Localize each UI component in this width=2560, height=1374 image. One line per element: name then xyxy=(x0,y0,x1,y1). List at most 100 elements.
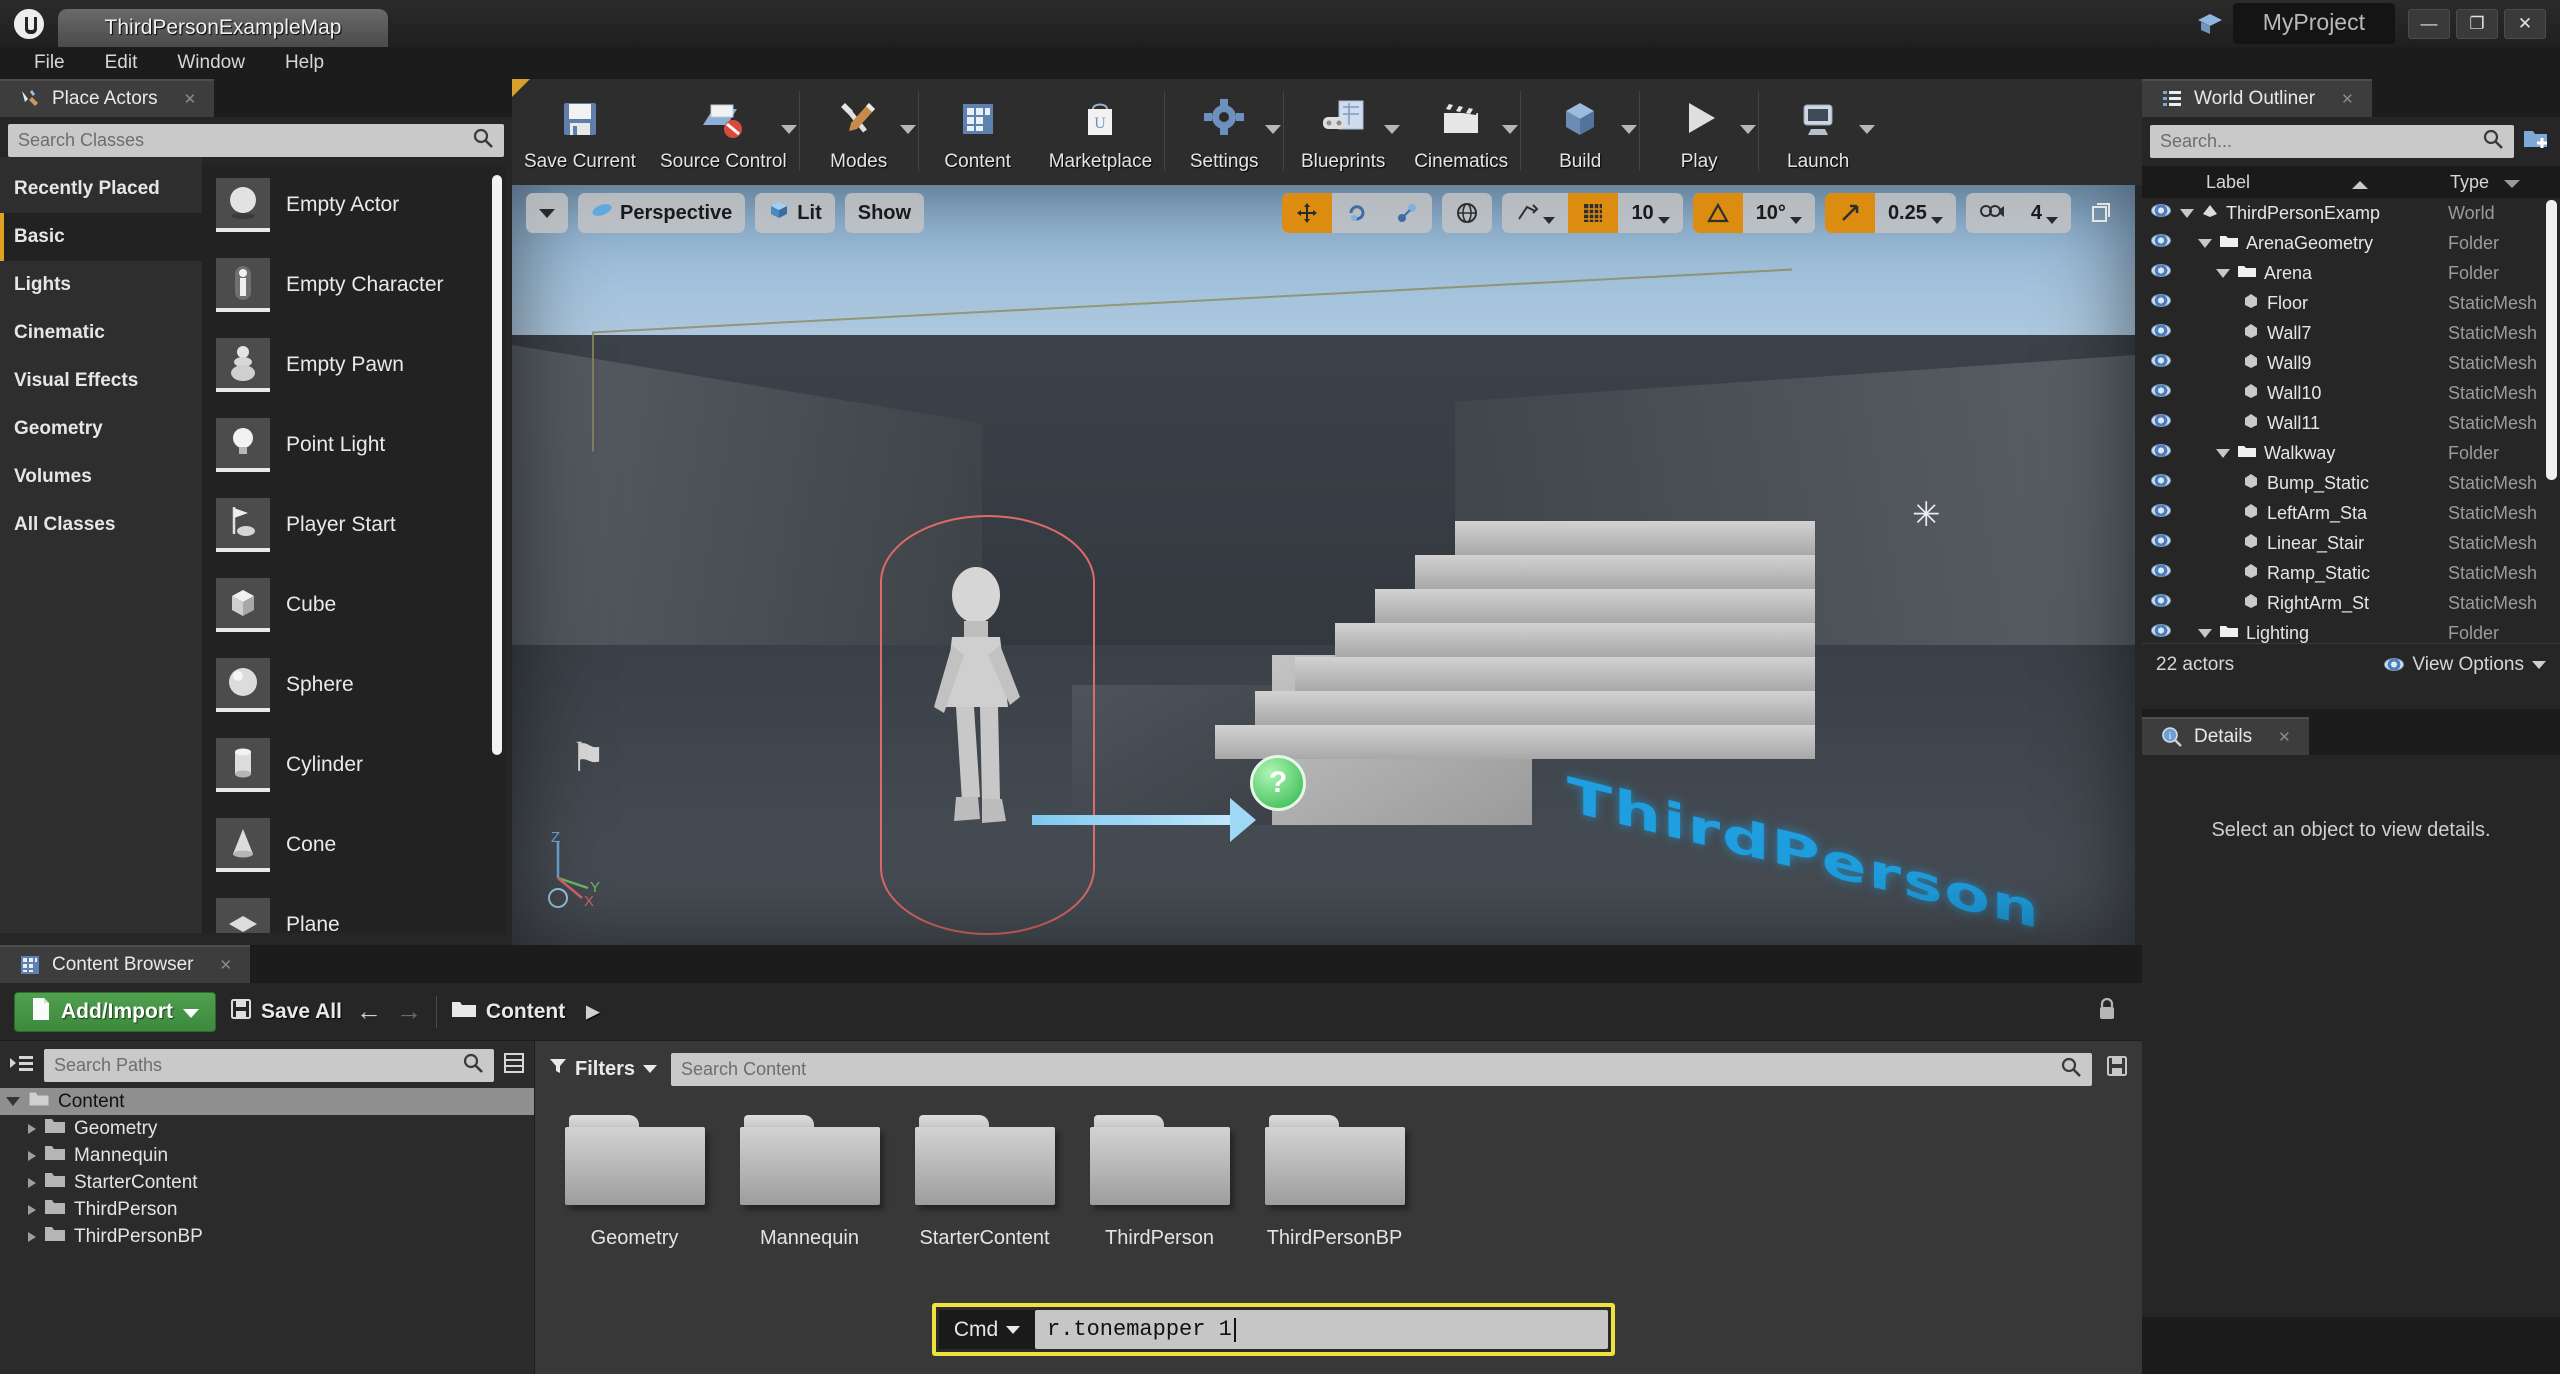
toolbar-source-control[interactable]: Source Control xyxy=(648,79,799,185)
tab-content-browser[interactable]: Content Browser ✕ xyxy=(0,945,250,983)
player-start-billboard-icon[interactable]: ⚑ xyxy=(570,735,606,781)
mannequin-actor[interactable] xyxy=(912,565,1042,895)
visibility-eye-icon[interactable] xyxy=(2142,264,2180,282)
expander-icon[interactable] xyxy=(2180,209,2194,218)
outliner-search-input[interactable]: Search... xyxy=(2150,125,2514,158)
back-navigation-button[interactable]: ← xyxy=(356,996,382,1027)
view-mode-group[interactable]: Perspective xyxy=(578,193,745,233)
translate-gizmo-arrowhead[interactable] xyxy=(1230,798,1256,842)
list-item[interactable]: Empty Actor xyxy=(202,165,506,245)
expander-icon[interactable] xyxy=(28,1232,36,1242)
visibility-eye-icon[interactable] xyxy=(2142,354,2180,372)
chevron-down-icon[interactable] xyxy=(2046,217,2058,224)
forward-navigation-button[interactable]: → xyxy=(396,996,422,1027)
expander-icon[interactable] xyxy=(6,1097,20,1106)
toolbar-settings[interactable]: Settings xyxy=(1165,79,1283,185)
toolbar-build[interactable]: Build xyxy=(1521,79,1639,185)
toolbar-marketplace[interactable]: U Marketplace xyxy=(1037,79,1165,185)
outliner-label-column[interactable]: Label xyxy=(2192,172,2450,193)
camera-speed-group[interactable]: 4 xyxy=(1966,193,2071,233)
viewport-options-group[interactable] xyxy=(526,193,568,233)
toolbar-modes[interactable]: Modes xyxy=(800,79,918,185)
level-viewport[interactable]: ? ✳ ⚑ ThirdPerson Z Y X xyxy=(512,185,2135,945)
collapse-tree-icon[interactable] xyxy=(8,1051,36,1080)
path-view-options-icon[interactable] xyxy=(502,1051,526,1080)
search-content-input[interactable]: Search Content xyxy=(671,1053,2092,1086)
scale-snap-toggle[interactable] xyxy=(1825,193,1875,233)
table-row[interactable]: Wall7 StaticMesh xyxy=(2142,318,2560,348)
viewport-options-button[interactable] xyxy=(526,193,568,233)
save-search-icon[interactable] xyxy=(2106,1055,2128,1083)
outliner-rows[interactable]: ThirdPersonExamp World ArenaGeometry Fol… xyxy=(2142,198,2560,643)
camera-perspective-button[interactable]: Perspective xyxy=(578,193,745,233)
category-all-classes[interactable]: All Classes xyxy=(0,501,202,549)
maximize-viewport-button[interactable] xyxy=(2081,193,2121,233)
asset-path-tree[interactable]: Content Geometry Mannequin xyxy=(0,1088,534,1250)
chevron-down-icon[interactable] xyxy=(1265,125,1281,134)
menu-help[interactable]: Help xyxy=(265,48,344,78)
expander-icon[interactable] xyxy=(2216,269,2230,278)
table-row[interactable]: Wall11 StaticMesh xyxy=(2142,408,2560,438)
expander-icon[interactable] xyxy=(28,1151,36,1161)
chevron-down-icon[interactable] xyxy=(1621,125,1637,134)
asset-folder-startercontent[interactable]: StarterContent xyxy=(913,1111,1056,1250)
show-menu-button[interactable]: Show xyxy=(845,193,924,233)
expander-icon[interactable] xyxy=(2216,449,2230,458)
chevron-down-icon[interactable] xyxy=(1790,217,1802,224)
search-classes-input[interactable]: Search Classes xyxy=(8,124,504,157)
outliner-type-column[interactable]: Type xyxy=(2450,172,2560,193)
chevron-down-icon[interactable] xyxy=(1740,125,1756,134)
search-paths-input[interactable]: Search Paths xyxy=(44,1049,494,1082)
menu-window[interactable]: Window xyxy=(157,48,265,78)
add-import-button[interactable]: Add/Import xyxy=(14,992,216,1032)
save-all-button[interactable]: Save All xyxy=(230,998,342,1026)
translate-gizmo-x-axis[interactable] xyxy=(1032,815,1232,825)
coordinate-system-group[interactable] xyxy=(1442,193,1492,233)
table-row[interactable]: Ramp_Static StaticMesh xyxy=(2142,558,2560,588)
category-lights[interactable]: Lights xyxy=(0,261,202,309)
visibility-eye-icon[interactable] xyxy=(2142,594,2180,612)
category-basic[interactable]: Basic xyxy=(0,213,202,261)
surface-snap-button[interactable] xyxy=(1502,193,1568,233)
expander-icon[interactable] xyxy=(2198,239,2212,248)
toolbar-save-current[interactable]: Save Current xyxy=(512,79,648,185)
toolbar-blueprints[interactable]: Blueprints xyxy=(1284,79,1402,185)
asset-folder-thirdperson[interactable]: ThirdPerson xyxy=(1088,1111,1231,1250)
scale-snap-group[interactable]: 0.25 xyxy=(1825,193,1956,233)
category-cinematic[interactable]: Cinematic xyxy=(0,309,202,357)
asset-folder-mannequin[interactable]: Mannequin xyxy=(738,1111,881,1250)
visibility-eye-icon[interactable] xyxy=(2142,414,2180,432)
rotation-snap-group[interactable]: 10° xyxy=(1693,193,1815,233)
rotate-mode-button[interactable] xyxy=(1332,193,1382,233)
table-row[interactable]: Lighting Folder xyxy=(2142,618,2560,643)
table-row[interactable]: Arena Folder xyxy=(2142,258,2560,288)
lock-icon[interactable] xyxy=(2096,996,2118,1028)
visibility-eye-icon[interactable] xyxy=(2142,294,2180,312)
breadcrumb[interactable]: Content ▶ xyxy=(451,999,599,1025)
point-light-billboard-icon[interactable]: ✳ xyxy=(1912,495,1941,535)
close-icon[interactable]: ✕ xyxy=(184,90,197,108)
restore-button[interactable]: ❐ xyxy=(2456,9,2498,39)
camera-speed-icon-cell[interactable] xyxy=(1966,193,2018,233)
table-row[interactable]: Wall9 StaticMesh xyxy=(2142,348,2560,378)
table-row[interactable]: ThirdPersonExamp World xyxy=(2142,198,2560,228)
chevron-down-icon[interactable] xyxy=(1931,217,1943,224)
list-item[interactable]: Empty Pawn xyxy=(202,325,506,405)
transform-mode-group[interactable] xyxy=(1282,193,1432,233)
asset-folder-geometry[interactable]: Geometry xyxy=(563,1111,706,1250)
console-command-input[interactable]: r.tonemapper 1 xyxy=(1035,1310,1608,1349)
outliner-scrollbar[interactable] xyxy=(2546,200,2557,480)
cmd-mode-dropdown[interactable]: Cmd xyxy=(939,1310,1035,1349)
list-item[interactable]: Plane xyxy=(202,885,506,933)
actor-list-scrollbar[interactable] xyxy=(492,175,502,755)
filters-button[interactable]: Filters xyxy=(549,1057,657,1081)
menu-edit[interactable]: Edit xyxy=(85,48,158,78)
list-item[interactable]: Cube xyxy=(202,565,506,645)
chevron-down-icon[interactable] xyxy=(1543,217,1555,224)
table-row[interactable]: RightArm_St StaticMesh xyxy=(2142,588,2560,618)
list-item[interactable]: Sphere xyxy=(202,645,506,725)
path-tree-item-content[interactable]: Content xyxy=(0,1088,534,1115)
chevron-down-icon[interactable] xyxy=(1502,125,1518,134)
expander-icon[interactable] xyxy=(28,1124,36,1134)
grid-snap-group[interactable]: 10 xyxy=(1502,193,1682,233)
